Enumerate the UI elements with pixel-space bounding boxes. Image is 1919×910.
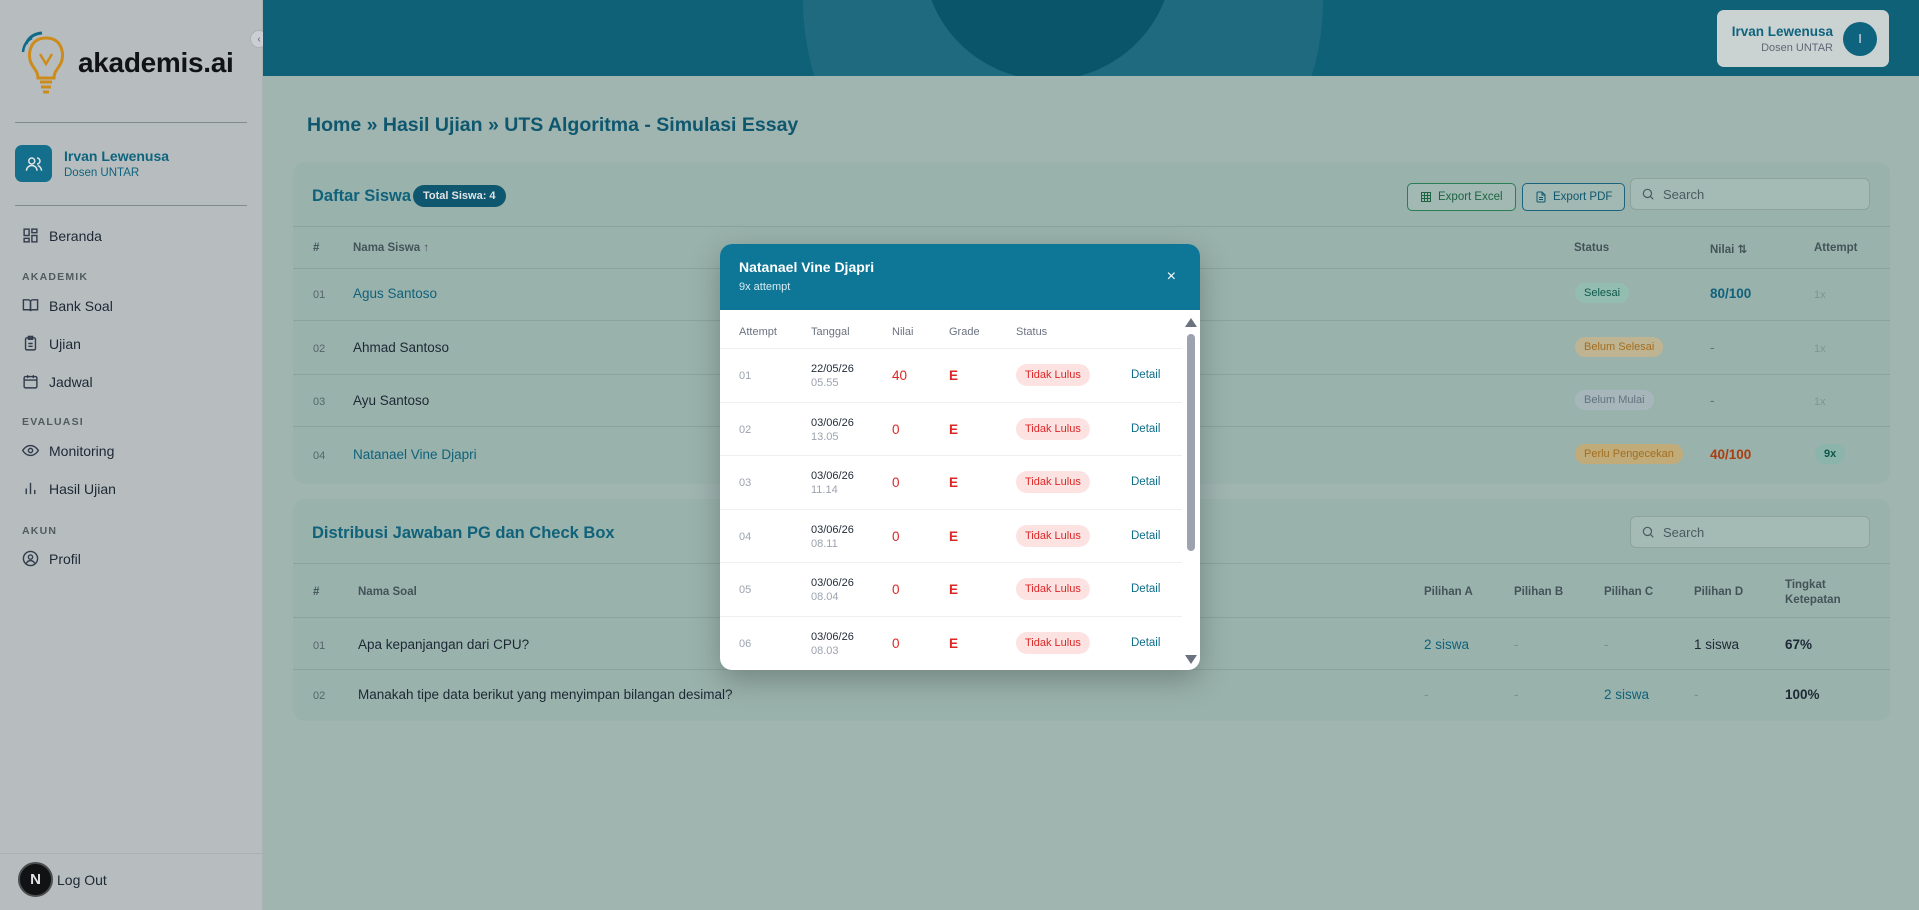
close-icon[interactable]: × [1167,269,1176,285]
status-badge: Tidak Lulus [1016,471,1090,493]
attempt-score: 0 [892,475,900,490]
attempt-date: 03/06/26 [811,470,854,482]
column-header-nilai: Nilai [892,326,914,338]
attempt-grade: E [949,475,959,490]
attempt-score: 0 [892,636,900,651]
attempt-datetime: 03/06/26 08.11 [811,523,854,551]
status-badge: Tidak Lulus [1016,525,1090,547]
table-row: 04 03/06/26 08.11 0 E Tidak Lulus Detail [720,509,1182,563]
detail-link[interactable]: Detail [1131,423,1160,435]
attempt-date: 03/06/26 [811,631,854,643]
attempt-number: 02 [739,424,752,436]
attempt-number: 06 [739,638,752,650]
status-badge: Tidak Lulus [1016,578,1090,600]
column-header-grade: Grade [949,326,980,338]
attempt-time: 05.55 [811,377,839,389]
detail-link[interactable]: Detail [1131,637,1160,649]
attempt-history-modal: Natanael Vine Djapri 9x attempt × Attemp… [720,244,1200,670]
scroll-up-arrow-icon[interactable] [1185,318,1197,327]
scrollbar-thumb[interactable] [1187,334,1195,551]
status-badge: Tidak Lulus [1016,632,1090,654]
modal-title: Natanael Vine Djapri [739,259,875,275]
attempt-score: 0 [892,582,900,597]
attempt-datetime: 03/06/26 08.03 [811,630,854,658]
attempt-score: 40 [892,368,908,383]
attempt-number: 03 [739,477,752,489]
attempt-number: 01 [739,370,752,382]
attempt-date: 03/06/26 [811,524,854,536]
attempt-date: 03/06/26 [811,577,854,589]
attempt-date: 03/06/26 [811,417,854,429]
attempt-grade: E [949,422,959,437]
status-badge: Tidak Lulus [1016,364,1090,386]
attempt-datetime: 03/06/26 11.14 [811,469,854,497]
attempt-score: 0 [892,529,900,544]
attempt-date: 22/05/26 [811,363,854,375]
attempt-number: 05 [739,584,752,596]
detail-link[interactable]: Detail [1131,583,1160,595]
column-header-tanggal: Tanggal [811,326,850,338]
status-badge: Tidak Lulus [1016,418,1090,440]
detail-link[interactable]: Detail [1131,530,1160,542]
attempt-time: 08.03 [811,645,839,657]
modal-subtitle: 9x attempt [739,281,791,293]
attempt-score: 0 [892,422,900,437]
table-row: 01 22/05/26 05.55 40 E Tidak Lulus Detail [720,348,1182,402]
table-row: 02 03/06/26 13.05 0 E Tidak Lulus Detail [720,402,1182,456]
attempt-time: 08.04 [811,591,839,603]
attempt-time: 13.05 [811,431,839,443]
attempt-datetime: 22/05/26 05.55 [811,362,854,390]
attempt-datetime: 03/06/26 08.04 [811,576,854,604]
column-header-attempt: Attempt [739,326,777,338]
attempt-grade: E [949,529,959,544]
attempt-time: 08.11 [811,538,838,550]
table-row: 03 03/06/26 11.14 0 E Tidak Lulus Detail [720,455,1182,509]
attempt-datetime: 03/06/26 13.05 [811,416,854,444]
attempt-grade: E [949,582,959,597]
detail-link[interactable]: Detail [1131,369,1160,381]
column-header-status: Status [1016,326,1048,338]
attempt-grade: E [949,368,959,383]
detail-link[interactable]: Detail [1131,476,1160,488]
scroll-down-arrow-icon[interactable] [1185,655,1197,664]
modal-header: Natanael Vine Djapri 9x attempt × [720,244,1200,310]
table-row: 05 03/06/26 08.04 0 E Tidak Lulus Detail [720,562,1182,616]
attempt-grade: E [949,636,959,651]
attempt-time: 11.14 [811,484,838,496]
attempt-number: 04 [739,531,752,543]
table-row: 06 03/06/26 08.03 0 E Tidak Lulus Detail [720,616,1182,670]
modal-scrollbar[interactable] [1185,318,1197,664]
